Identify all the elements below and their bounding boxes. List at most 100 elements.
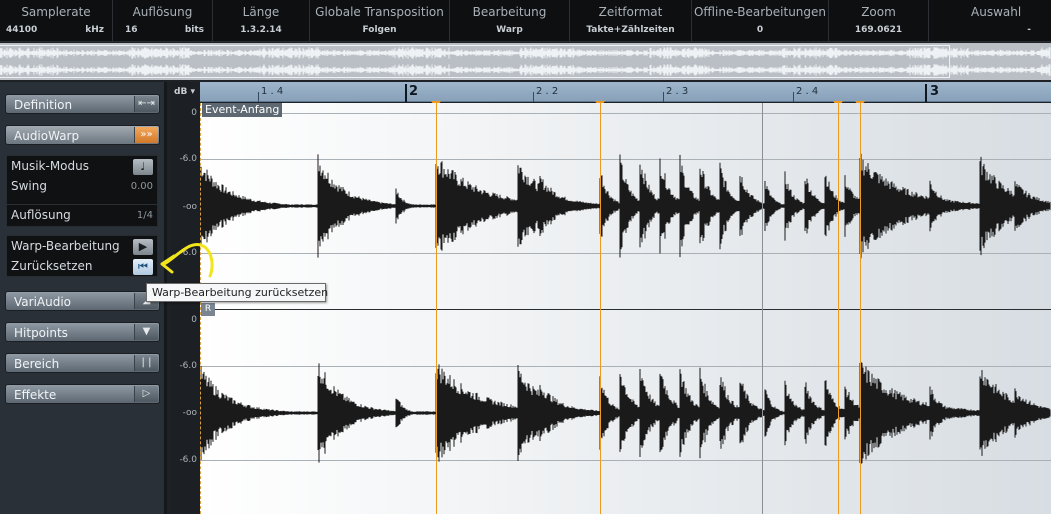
effekte-label: Effekte — [14, 388, 57, 402]
info-label: Auflösung — [132, 5, 193, 19]
bereich-range-icon: | | — [134, 355, 158, 371]
definition-icon: ⇤⇥ — [134, 96, 158, 112]
info-label: Auswahl — [971, 5, 1022, 19]
divider — [7, 204, 157, 205]
ruler-label: 2 . 2 — [536, 86, 559, 97]
info-value: Takte+Zählzeiten — [586, 25, 675, 35]
waveform-channel — [200, 362, 1051, 464]
beat-grid-line — [762, 103, 763, 514]
ruler-label: 2 . 3 — [666, 86, 689, 97]
effekte-play-circle-icon: ▷ — [134, 386, 158, 402]
bereich-label: Bereich — [14, 357, 60, 371]
variaudio-label: VariAudio — [14, 295, 72, 309]
event-start-label: Event-Anfang — [202, 103, 283, 117]
audiowarp-icon: »» — [134, 127, 158, 143]
audiowarp-options: Musik-Modus ♩ Swing 0.00 Auflösung 1/4 — [6, 155, 158, 227]
db-label: 0 — [191, 315, 197, 325]
db-header-label: dB — [174, 87, 188, 97]
info-label: Zoom — [861, 5, 896, 19]
warp-bearbeitung-label: Warp-Bearbeitung — [11, 239, 120, 253]
waveform-display[interactable]: Event-Anfang — [200, 103, 1051, 514]
warp-bearbeitung-row: Warp-Bearbeitung ▶ — [11, 239, 155, 257]
reset-warp-icon[interactable]: ⏮ — [133, 259, 153, 275]
definition-label: Definition — [14, 98, 73, 112]
audiowarp-section-button[interactable]: AudioWarp »» — [5, 125, 160, 145]
db-scale-header[interactable]: dB ▾ — [174, 87, 195, 97]
info-value: 0 — [756, 25, 764, 35]
overview-view-frame[interactable] — [0, 45, 950, 78]
inspector-panel: Definition ⇤⇥ AudioWarp »» Musik-Modus ♩… — [0, 82, 167, 514]
right-channel-badge: R — [201, 303, 215, 316]
definition-section-button[interactable]: Definition ⇤⇥ — [5, 94, 160, 114]
warp-edit-play-icon[interactable]: ▶ — [133, 239, 153, 255]
variaudio-section-button[interactable]: VariAudio ◢ — [5, 291, 160, 311]
info-auswahl[interactable]: Auswahl - — [929, 0, 1051, 42]
info-offline-bearbeitungen[interactable]: Offline-Bearbeitungen 0 — [692, 0, 829, 42]
ruler-bar-tick — [925, 84, 927, 102]
ruler-tick — [258, 92, 259, 102]
info-label: Offline-Bearbeitungen — [693, 5, 827, 19]
tooltip: Warp-Bearbeitung zurücksetzen — [146, 283, 328, 302]
ruler-tick — [533, 92, 534, 102]
db-label: 0 — [191, 108, 197, 118]
hitpoints-label: Hitpoints — [14, 326, 68, 340]
swing-row: Swing 0.00 — [11, 179, 155, 197]
info-globale-transposition[interactable]: Globale Transposition Folgen — [310, 0, 450, 42]
info-value: Folgen — [362, 25, 397, 35]
effekte-section-button[interactable]: Effekte ▷ — [5, 384, 160, 404]
info-label: Länge — [242, 5, 280, 19]
ruler-tick — [793, 92, 794, 102]
waveform-svg — [200, 153, 1051, 464]
info-value: 1.3.2.14 — [240, 25, 282, 35]
ruler-label: 2 — [409, 84, 419, 99]
musik-modus-toggle-note-icon[interactable]: ♩ — [133, 159, 153, 175]
annotation-arrow-icon — [160, 243, 214, 278]
info-samplerate[interactable]: Samplerate 44100 kHz — [0, 0, 113, 42]
info-value: Warp — [496, 25, 523, 35]
db-label: -6.0 — [179, 154, 197, 164]
ruler-label: 3 — [930, 84, 940, 99]
aufloesung-select[interactable]: 1/4 — [137, 210, 153, 221]
zuruecksetzen-row: Zurücksetzen ⏮ — [11, 259, 155, 277]
ruler-tick — [663, 92, 664, 102]
info-label: Bearbeitung — [472, 5, 547, 19]
db-label: -6.0 — [179, 361, 197, 371]
db-label: -oo — [182, 408, 197, 418]
audiowarp-label: AudioWarp — [14, 129, 80, 143]
db-label: -6.0 — [179, 455, 197, 465]
waveform-channel — [200, 153, 1051, 259]
db-label: -oo — [182, 202, 197, 212]
aufloesung-label: Auflösung — [11, 208, 71, 222]
warp-marker-line[interactable] — [600, 103, 601, 514]
hitpoints-funnel-icon: ▼ — [134, 324, 158, 340]
info-value: 169.0621 — [854, 25, 903, 35]
timeline-ruler[interactable]: 1 . 4 2 2 . 2 2 . 3 2 . 4 3 — [200, 82, 1051, 108]
info-unit: kHz — [85, 25, 104, 35]
warp-options: Warp-Bearbeitung ▶ Zurücksetzen ⏮ — [6, 235, 158, 277]
musik-modus-label: Musik-Modus — [11, 159, 89, 173]
info-value: - — [1027, 25, 1031, 35]
info-bearbeitung[interactable]: Bearbeitung Warp — [450, 0, 570, 42]
bereich-section-button[interactable]: Bereich | | — [5, 353, 160, 373]
musik-modus-row: Musik-Modus ♩ — [11, 159, 155, 177]
info-label: Globale Transposition — [315, 5, 444, 19]
warp-marker-line[interactable] — [838, 103, 839, 514]
swing-label: Swing — [11, 179, 47, 193]
ruler-label: 2 . 4 — [796, 86, 819, 97]
ruler-label: 1 . 4 — [261, 86, 284, 97]
info-zeitformat[interactable]: Zeitformat Takte+Zählzeiten — [570, 0, 692, 42]
zuruecksetzen-label: Zurücksetzen — [11, 259, 93, 273]
info-laenge[interactable]: Länge 1.3.2.14 — [213, 0, 310, 42]
warp-marker-line[interactable] — [436, 103, 437, 514]
info-label: Zeitformat — [598, 5, 663, 19]
info-aufloesung[interactable]: Auflösung 16 bits — [113, 0, 213, 42]
overview-strip[interactable] — [0, 43, 1051, 80]
info-bar: Samplerate 44100 kHz Auflösung 16 bits L… — [0, 0, 1051, 42]
hitpoints-section-button[interactable]: Hitpoints ▼ — [5, 322, 160, 342]
info-unit: bits — [184, 25, 204, 35]
aufloesung-row: Auflösung 1/4 — [11, 208, 155, 226]
info-zoom[interactable]: Zoom 169.0621 — [829, 0, 929, 42]
warp-marker-line[interactable] — [860, 103, 861, 514]
ruler-bar-tick — [405, 84, 407, 102]
swing-value-input[interactable]: 0.00 — [131, 181, 153, 192]
